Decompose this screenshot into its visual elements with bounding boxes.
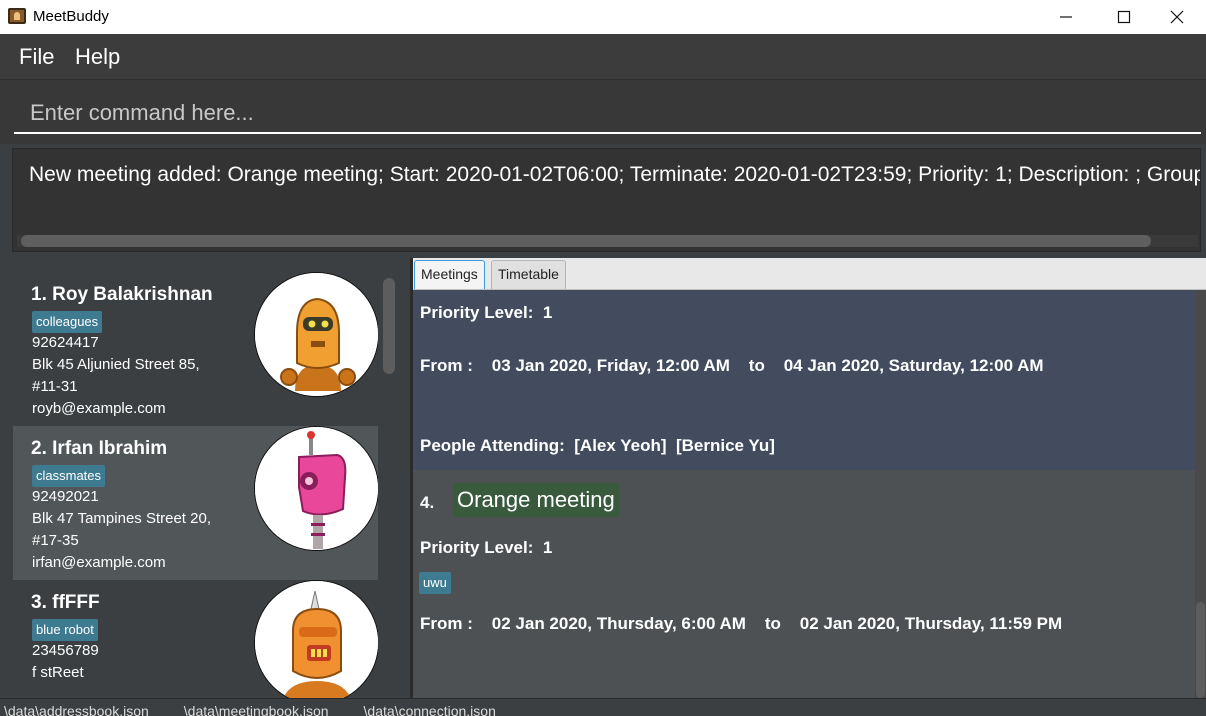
close-icon — [1170, 10, 1184, 24]
meeting-priority: Priority Level: 1 — [420, 303, 553, 322]
app-icon — [8, 8, 26, 24]
result-message: New meeting added: Orange meeting; Start… — [29, 163, 1201, 186]
menu-file[interactable]: File — [19, 44, 54, 70]
result-display: New meeting added: Orange meeting; Start… — [12, 148, 1201, 252]
minimize-icon — [1060, 16, 1072, 18]
person-list-scrollbar[interactable] — [382, 278, 396, 698]
tab-header: Meetings Timetable — [413, 258, 1206, 290]
meeting-time-range: From : 02 Jan 2020, Thursday, 6:00 AM to… — [420, 614, 1063, 633]
avatar — [254, 580, 378, 698]
tab-meetings[interactable]: Meetings — [414, 260, 485, 289]
person-phone: 92624417 — [32, 334, 99, 351]
meeting-title: Orange meeting — [453, 483, 619, 517]
meeting-people-attending: People Attending: [Alex Yeoh] [Bernice Y… — [420, 436, 775, 455]
meetings-scroll-thumb[interactable] — [1196, 602, 1205, 698]
avatar — [254, 426, 378, 551]
person-tag: colleagues — [32, 311, 103, 333]
maximize-icon — [1117, 10, 1131, 24]
person-address: Blk 47 Tampines Street 20, — [32, 510, 211, 527]
meeting-priority: Priority Level: 1 — [420, 538, 553, 557]
command-box — [0, 80, 1206, 144]
command-input[interactable] — [14, 94, 1201, 134]
meeting-card[interactable]: Priority Level: 1 From : 03 Jan 2020, Fr… — [413, 290, 1195, 470]
title-bar: MeetBuddy — [0, 0, 1206, 34]
tab-timetable[interactable]: Timetable — [491, 260, 566, 289]
meeting-group-tag: uwu — [419, 572, 451, 594]
minimize-button[interactable] — [1037, 0, 1095, 34]
person-card[interactable]: 3. ffFFF blue robot 23456789 f stReet — [13, 580, 378, 698]
avatar — [254, 272, 378, 397]
robot-avatar-icon — [255, 581, 378, 698]
person-name: 3. ffFFF — [31, 592, 100, 613]
menu-help[interactable]: Help — [75, 44, 120, 70]
person-list-scroll-thumb[interactable] — [383, 278, 395, 374]
person-phone: 92492021 — [32, 488, 99, 505]
person-name: 2. Irfan Ibrahim — [31, 438, 168, 459]
person-address-unit: #11-31 — [32, 378, 78, 395]
person-name: 1. Roy Balakrishnan — [31, 284, 213, 305]
storage-paths: \data\addressbook.json \data\meetingbook… — [4, 703, 496, 716]
person-list-panel: 1. Roy Balakrishnan colleagues 92624417 … — [0, 258, 410, 698]
person-address: Blk 45 Aljunied Street 85, — [32, 356, 200, 373]
meetings-scrollbar[interactable] — [1195, 290, 1206, 698]
maximize-button[interactable] — [1095, 0, 1153, 34]
status-bar: \data\addressbook.json \data\meetingbook… — [0, 698, 1206, 716]
person-address-unit: #17-35 — [32, 532, 79, 549]
person-email: irfan@example.com — [32, 554, 166, 571]
result-scroll-thumb[interactable] — [21, 235, 1151, 247]
person-address: f stReet — [32, 664, 84, 681]
close-button[interactable] — [1148, 0, 1206, 34]
meeting-index: 4. — [420, 493, 435, 512]
person-phone: 23456789 — [32, 642, 99, 659]
person-tag: blue robot — [32, 619, 98, 641]
robot-avatar-icon — [255, 273, 378, 396]
menu-bar: File Help — [0, 34, 1206, 80]
person-card[interactable]: 2. Irfan Ibrahim classmates 92492021 Blk… — [13, 426, 378, 580]
person-list: 1. Roy Balakrishnan colleagues 92624417 … — [13, 272, 378, 698]
person-tag: classmates — [32, 465, 106, 487]
person-card[interactable]: 1. Roy Balakrishnan colleagues 92624417 … — [13, 272, 378, 426]
meeting-card[interactable]: 4. Orange meeting Priority Level: 1 uwu … — [413, 470, 1195, 698]
robot-avatar-icon — [255, 427, 378, 550]
person-email: royb@example.com — [32, 400, 166, 417]
result-horizontal-scrollbar[interactable] — [17, 235, 1198, 247]
meeting-time-range: From : 03 Jan 2020, Friday, 12:00 AM to … — [420, 356, 1044, 375]
meetings-panel: Priority Level: 1 From : 03 Jan 2020, Fr… — [413, 290, 1206, 698]
window-title: MeetBuddy — [33, 8, 109, 25]
